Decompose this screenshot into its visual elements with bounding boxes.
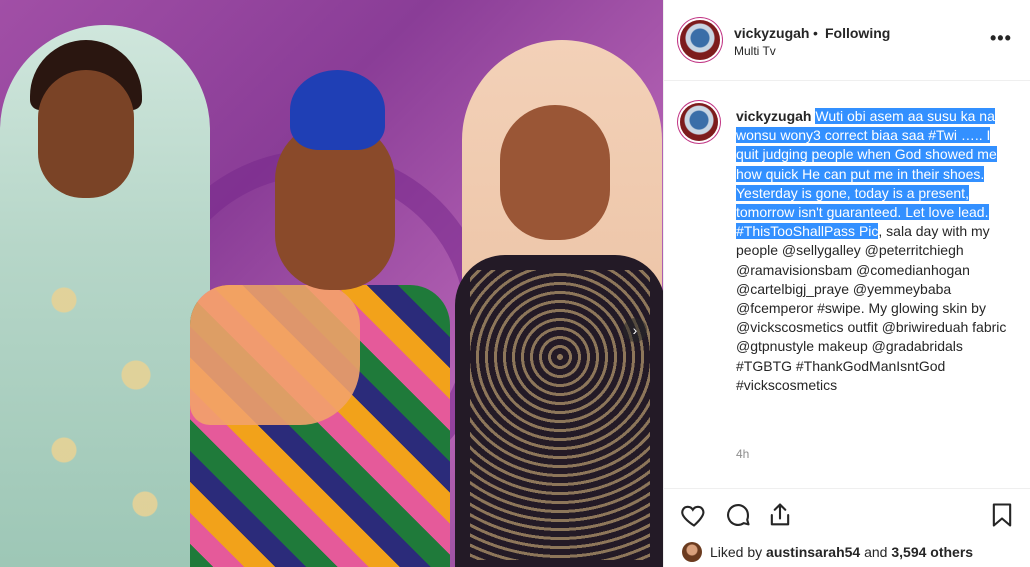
caption-username[interactable]: vickyzugah: [736, 108, 811, 124]
carousel-next-button[interactable]: ›: [623, 318, 647, 342]
caption-section: vickyzugah Wuti obi asem aa susu ka na w…: [664, 81, 1030, 486]
heart-icon[interactable]: [680, 501, 708, 529]
likes-row: Liked by austinsarah54 and 3,594 others: [664, 536, 1030, 567]
bookmark-icon[interactable]: [988, 501, 1016, 529]
likes-summary: Liked by austinsarah54 and 3,594 others: [710, 544, 973, 560]
woman-right-embroidery: [470, 270, 650, 560]
caption-selected-text: Wuti obi asem aa susu ka na wonsu wony3 …: [736, 108, 997, 240]
caption-author-avatar[interactable]: [680, 103, 718, 141]
likes-and: and: [864, 544, 888, 560]
comment-icon[interactable]: [724, 501, 752, 529]
action-bar: [664, 488, 1030, 537]
likes-count[interactable]: 3,594 others: [891, 544, 973, 560]
author-avatar[interactable]: [680, 20, 720, 60]
header-separator: •: [813, 25, 818, 41]
caption-text: vickyzugah Wuti obi asem aa susu ka na w…: [736, 107, 1010, 395]
following-button[interactable]: Following: [825, 25, 890, 41]
post-location[interactable]: Multi Tv: [734, 44, 776, 58]
woman-center-lace: [190, 285, 360, 425]
woman-right-face: [500, 105, 610, 240]
caption-timestamp[interactable]: 4h: [736, 447, 749, 461]
author-username[interactable]: vickyzugah: [734, 25, 809, 41]
likes-prefix: Liked by: [710, 544, 763, 560]
post-details-panel: vickyzugah • Following Multi Tv ••• vick…: [663, 0, 1030, 567]
share-icon[interactable]: [766, 501, 794, 529]
woman-left-embroidery: [10, 240, 190, 540]
caption-rest-text: , sala day with my people @sellygalley @…: [736, 223, 1007, 393]
more-options-button[interactable]: •••: [990, 28, 1012, 49]
woman-center-hair: [290, 70, 385, 150]
liker-avatar[interactable]: [682, 542, 702, 562]
liker-username[interactable]: austinsarah54: [766, 544, 860, 560]
post-header: vickyzugah • Following Multi Tv •••: [664, 0, 1030, 81]
post-image[interactable]: ›: [0, 0, 663, 567]
woman-left-face: [38, 70, 134, 198]
